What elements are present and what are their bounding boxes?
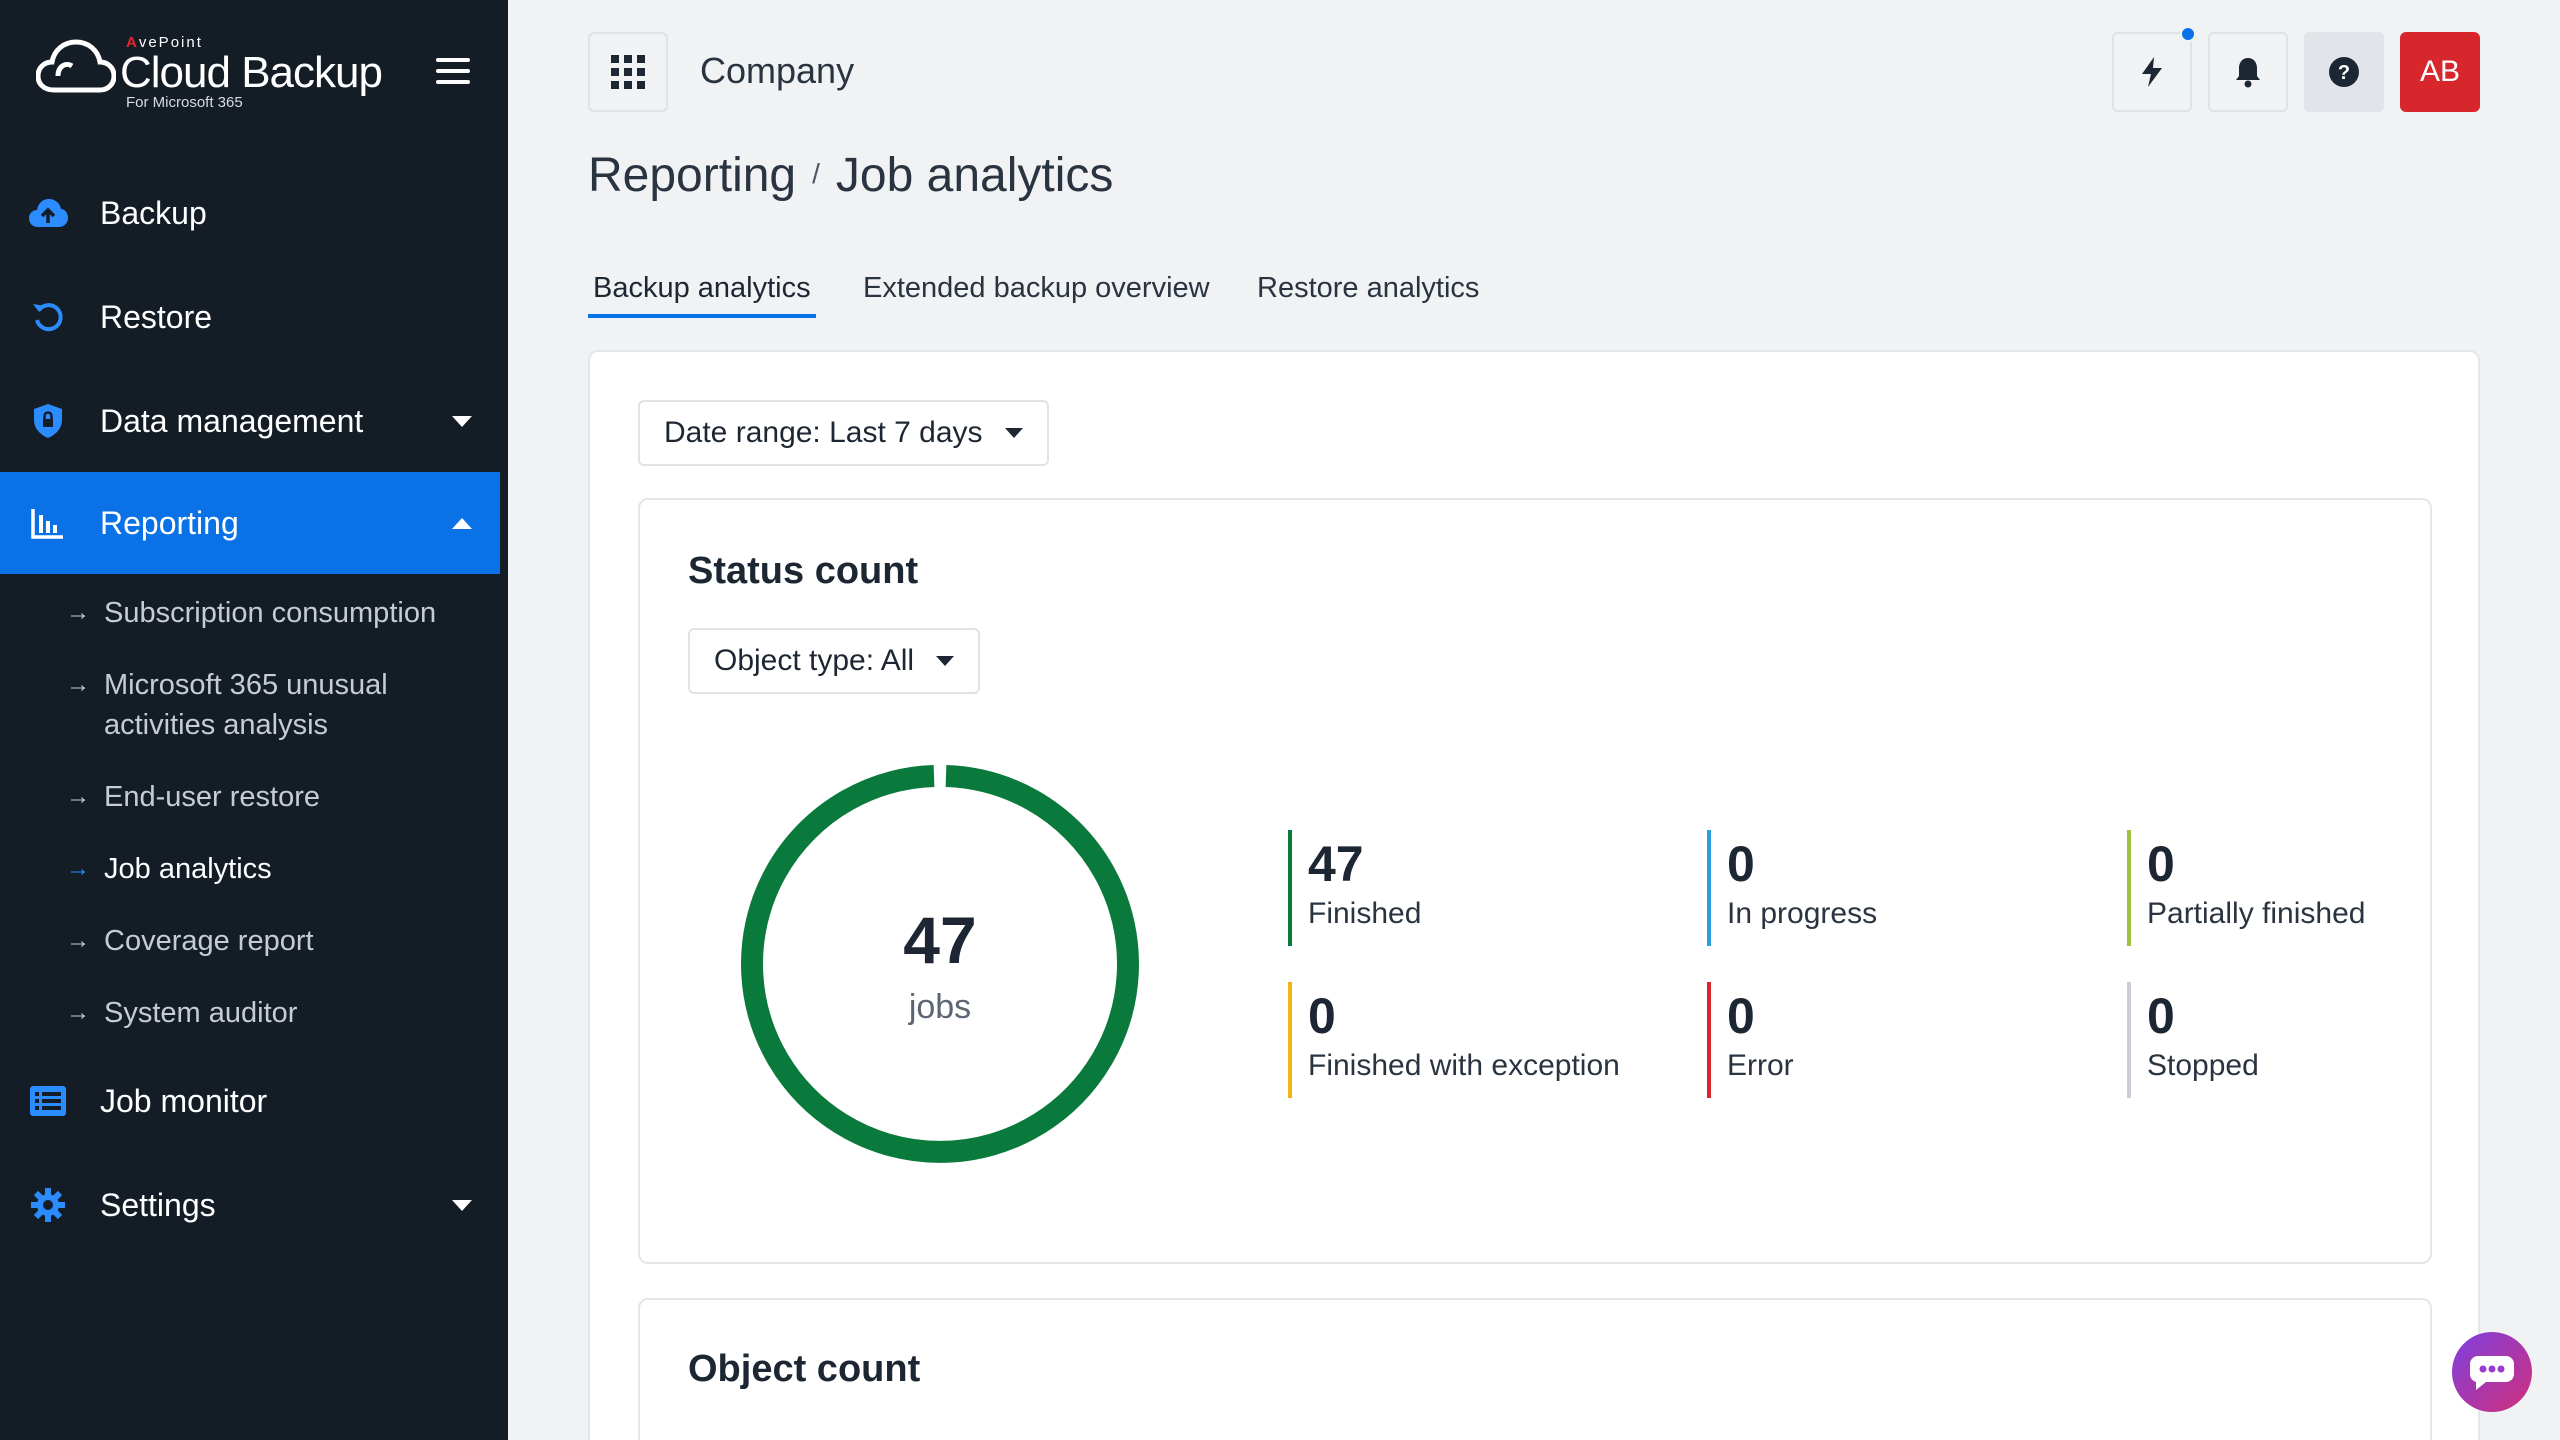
product-subtitle: For Microsoft 365 <box>126 94 243 111</box>
cloud-logo-icon <box>36 39 116 93</box>
sidebar-item-label: Settings <box>100 1186 216 1223</box>
quick-actions-button[interactable] <box>2112 32 2192 112</box>
sidebar-item-settings[interactable]: Settings <box>0 1154 500 1256</box>
stat-finished[interactable]: 47 Finished <box>1288 830 1688 946</box>
sidebar-item-reporting[interactable]: Reporting <box>0 472 500 574</box>
restore-icon <box>28 297 68 337</box>
total-jobs-count: 47 <box>903 903 977 977</box>
bell-icon <box>2236 58 2260 88</box>
arrow-right-icon: → <box>66 927 90 954</box>
arrow-right-icon: → <box>66 999 90 1026</box>
caret-down-icon <box>936 656 955 666</box>
sidebar-item-restore[interactable]: Restore <box>0 266 500 368</box>
total-jobs-label: jobs <box>908 988 972 1026</box>
notification-dot <box>2180 26 2196 42</box>
cloud-upload-icon <box>28 193 68 233</box>
sidebar-item-label: Data management <box>100 402 364 439</box>
stat-finished-with-exception[interactable]: 0 Finished with exception <box>1288 982 1688 1098</box>
sidebar-item-label: Backup <box>100 194 207 231</box>
caret-down-icon <box>1004 428 1023 438</box>
object-type-dropdown[interactable]: Object type: All <box>688 628 981 694</box>
object-count-panel: Object count <box>638 1298 2432 1440</box>
tab-restore-analytics[interactable]: Restore analytics <box>1252 264 1484 313</box>
tab-extended-backup-overview[interactable]: Extended backup overview <box>858 264 1215 313</box>
sidebar: AvePoint Cloud Backup For Microsoft 365 … <box>0 0 508 1440</box>
svg-text:?: ? <box>2338 62 2350 84</box>
chevron-down-icon <box>452 1199 472 1211</box>
hamburger-menu-icon[interactable] <box>436 58 470 86</box>
sidebar-item-data-management[interactable]: Data management <box>0 370 500 472</box>
company-name: Company <box>700 50 855 91</box>
date-range-dropdown[interactable]: Date range: Last 7 days <box>638 400 1049 466</box>
breadcrumb: Reporting / Job analytics <box>588 148 1113 203</box>
app-logo[interactable]: AvePoint Cloud Backup For Microsoft 365 <box>36 32 383 112</box>
arrow-right-icon: → <box>66 783 90 810</box>
arrow-right-icon: → <box>66 671 90 698</box>
object-count-title: Object count <box>688 1348 921 1390</box>
arrow-right-icon: → <box>66 855 90 882</box>
stat-error[interactable]: 0 Error <box>1707 982 2107 1098</box>
arrow-right-icon: → <box>66 599 90 626</box>
stat-in-progress[interactable]: 0 In progress <box>1707 830 2107 946</box>
stat-stopped[interactable]: 0 Stopped <box>2127 982 2527 1098</box>
bar-chart-icon <box>28 503 68 543</box>
sidebar-item-label: Restore <box>100 298 213 335</box>
sidebar-item-job-monitor[interactable]: Job monitor <box>0 1050 500 1152</box>
breadcrumb-parent[interactable]: Reporting <box>588 149 796 202</box>
status-count-title: Status count <box>688 550 919 592</box>
sidebar-item-label: Job monitor <box>100 1082 268 1119</box>
help-button[interactable]: ? <box>2304 32 2384 112</box>
sidebar-item-label: Reporting <box>100 504 239 541</box>
page-title: Job analytics <box>835 149 1114 202</box>
chevron-down-icon <box>452 415 472 427</box>
shield-lock-icon <box>28 401 68 441</box>
notifications-button[interactable] <box>2208 32 2288 112</box>
chat-bubble-icon <box>2469 1356 2514 1390</box>
tab-backup-analytics[interactable]: Backup analytics <box>588 264 816 318</box>
user-avatar[interactable]: AB <box>2400 32 2480 112</box>
product-name: Cloud Backup <box>120 48 383 97</box>
breadcrumb-separator: / <box>812 158 820 189</box>
chat-assistant-button[interactable] <box>2452 1332 2532 1412</box>
lightning-icon <box>2142 57 2162 87</box>
sidebar-item-backup[interactable]: Backup <box>0 162 500 264</box>
apps-grid-icon[interactable] <box>588 32 668 112</box>
stat-partially-finished[interactable]: 0 Partially finished <box>2127 830 2527 946</box>
gear-icon <box>28 1185 68 1225</box>
help-icon: ? <box>2329 57 2359 87</box>
chevron-up-icon <box>452 517 472 529</box>
list-icon <box>28 1081 68 1121</box>
